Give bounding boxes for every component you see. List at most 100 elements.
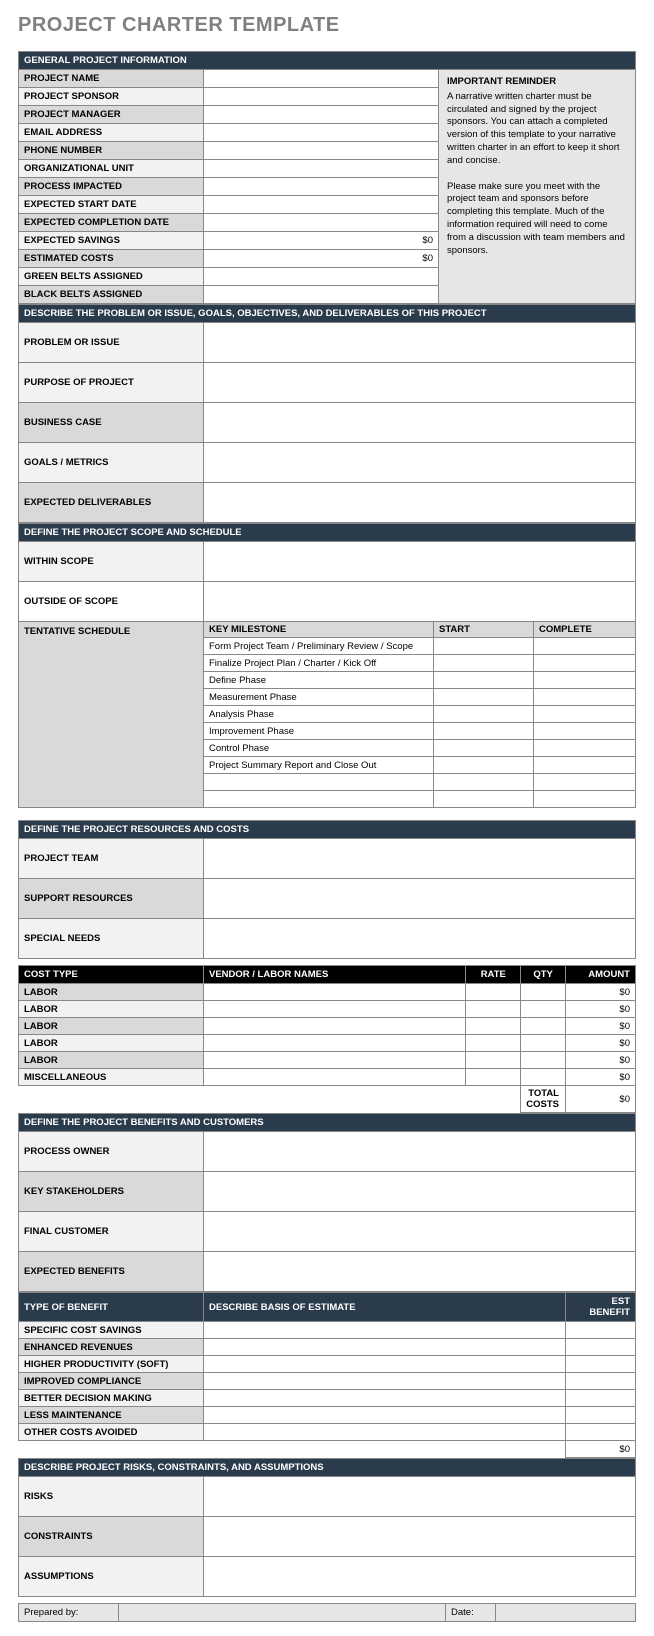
val-deliverables[interactable]	[204, 483, 636, 523]
val-project-name[interactable]	[204, 70, 439, 88]
m0-c[interactable]	[534, 638, 636, 655]
m4-s[interactable]	[434, 706, 534, 723]
val-goals[interactable]	[204, 443, 636, 483]
prepared-val[interactable]	[119, 1604, 446, 1622]
val-savings[interactable]: $0	[204, 232, 439, 250]
val-risks[interactable]	[204, 1477, 636, 1517]
label-team: PROJECT TEAM	[19, 839, 204, 879]
val-purpose[interactable]	[204, 363, 636, 403]
val-problem[interactable]	[204, 323, 636, 363]
val-complete[interactable]	[204, 214, 439, 232]
br3d[interactable]	[204, 1373, 566, 1390]
cr4r[interactable]	[466, 1052, 521, 1069]
val-green[interactable]	[204, 268, 439, 286]
br2e[interactable]	[566, 1356, 636, 1373]
m2-s[interactable]	[434, 672, 534, 689]
m3-c[interactable]	[534, 689, 636, 706]
val-pm[interactable]	[204, 106, 439, 124]
val-costs[interactable]: $0	[204, 250, 439, 268]
val-needs[interactable]	[204, 919, 636, 959]
val-outscope[interactable]	[204, 582, 636, 622]
cr2q[interactable]	[521, 1018, 566, 1035]
br4d[interactable]	[204, 1390, 566, 1407]
m8[interactable]	[204, 774, 434, 791]
cr3q[interactable]	[521, 1035, 566, 1052]
m3[interactable]: Measurement Phase	[204, 689, 434, 706]
cr1r[interactable]	[466, 1001, 521, 1018]
cr5r[interactable]	[466, 1069, 521, 1086]
m5-c[interactable]	[534, 723, 636, 740]
cr3v[interactable]	[204, 1035, 466, 1052]
cr2r[interactable]	[466, 1018, 521, 1035]
cr0r[interactable]	[466, 984, 521, 1001]
m0-s[interactable]	[434, 638, 534, 655]
m2[interactable]: Define Phase	[204, 672, 434, 689]
cr3r[interactable]	[466, 1035, 521, 1052]
m7-c[interactable]	[534, 757, 636, 774]
m9-s[interactable]	[434, 791, 534, 808]
date-val[interactable]	[496, 1604, 636, 1622]
cr0q[interactable]	[521, 984, 566, 1001]
m9[interactable]	[204, 791, 434, 808]
m6-s[interactable]	[434, 740, 534, 757]
val-expbenefits[interactable]	[204, 1252, 636, 1292]
cr5v[interactable]	[204, 1069, 466, 1086]
val-assumptions[interactable]	[204, 1557, 636, 1597]
br4: BETTER DECISION MAKING	[19, 1390, 204, 1407]
m1[interactable]: Finalize Project Plan / Charter / Kick O…	[204, 655, 434, 672]
val-stakeholders[interactable]	[204, 1172, 636, 1212]
cr5q[interactable]	[521, 1069, 566, 1086]
cr0v[interactable]	[204, 984, 466, 1001]
val-email[interactable]	[204, 124, 439, 142]
val-bizcase[interactable]	[204, 403, 636, 443]
val-black[interactable]	[204, 286, 439, 304]
val-org[interactable]	[204, 160, 439, 178]
m7-s[interactable]	[434, 757, 534, 774]
val-support[interactable]	[204, 879, 636, 919]
val-start[interactable]	[204, 196, 439, 214]
val-team[interactable]	[204, 839, 636, 879]
val-owner[interactable]	[204, 1132, 636, 1172]
m4[interactable]: Analysis Phase	[204, 706, 434, 723]
m1-s[interactable]	[434, 655, 534, 672]
label-bizcase: BUSINESS CASE	[19, 403, 204, 443]
br2d[interactable]	[204, 1356, 566, 1373]
reminder-p1: A narrative written charter must be circ…	[447, 91, 620, 166]
m0[interactable]: Form Project Team / Preliminary Review /…	[204, 638, 434, 655]
br3e[interactable]	[566, 1373, 636, 1390]
cr1q[interactable]	[521, 1001, 566, 1018]
br1d[interactable]	[204, 1339, 566, 1356]
val-customer[interactable]	[204, 1212, 636, 1252]
m6[interactable]: Control Phase	[204, 740, 434, 757]
m2-c[interactable]	[534, 672, 636, 689]
val-phone[interactable]	[204, 142, 439, 160]
cr4q[interactable]	[521, 1052, 566, 1069]
val-inscope[interactable]	[204, 542, 636, 582]
br1e[interactable]	[566, 1339, 636, 1356]
cr2v[interactable]	[204, 1018, 466, 1035]
m8-c[interactable]	[534, 774, 636, 791]
m5-s[interactable]	[434, 723, 534, 740]
cr4v[interactable]	[204, 1052, 466, 1069]
m3-s[interactable]	[434, 689, 534, 706]
val-sponsor[interactable]	[204, 88, 439, 106]
m5[interactable]: Improvement Phase	[204, 723, 434, 740]
br0d[interactable]	[204, 1322, 566, 1339]
br5d[interactable]	[204, 1407, 566, 1424]
m1-c[interactable]	[534, 655, 636, 672]
br6e[interactable]	[566, 1424, 636, 1441]
m8-s[interactable]	[434, 774, 534, 791]
val-constraints[interactable]	[204, 1517, 636, 1557]
cr1v[interactable]	[204, 1001, 466, 1018]
br0e[interactable]	[566, 1322, 636, 1339]
m6-c[interactable]	[534, 740, 636, 757]
m7[interactable]: Project Summary Report and Close Out	[204, 757, 434, 774]
br5e[interactable]	[566, 1407, 636, 1424]
m9-c[interactable]	[534, 791, 636, 808]
br4e[interactable]	[566, 1390, 636, 1407]
val-process[interactable]	[204, 178, 439, 196]
label-org: ORGANIZATIONAL UNIT	[19, 160, 204, 178]
m4-c[interactable]	[534, 706, 636, 723]
cr1a: $0	[566, 1001, 636, 1018]
br6d[interactable]	[204, 1424, 566, 1441]
